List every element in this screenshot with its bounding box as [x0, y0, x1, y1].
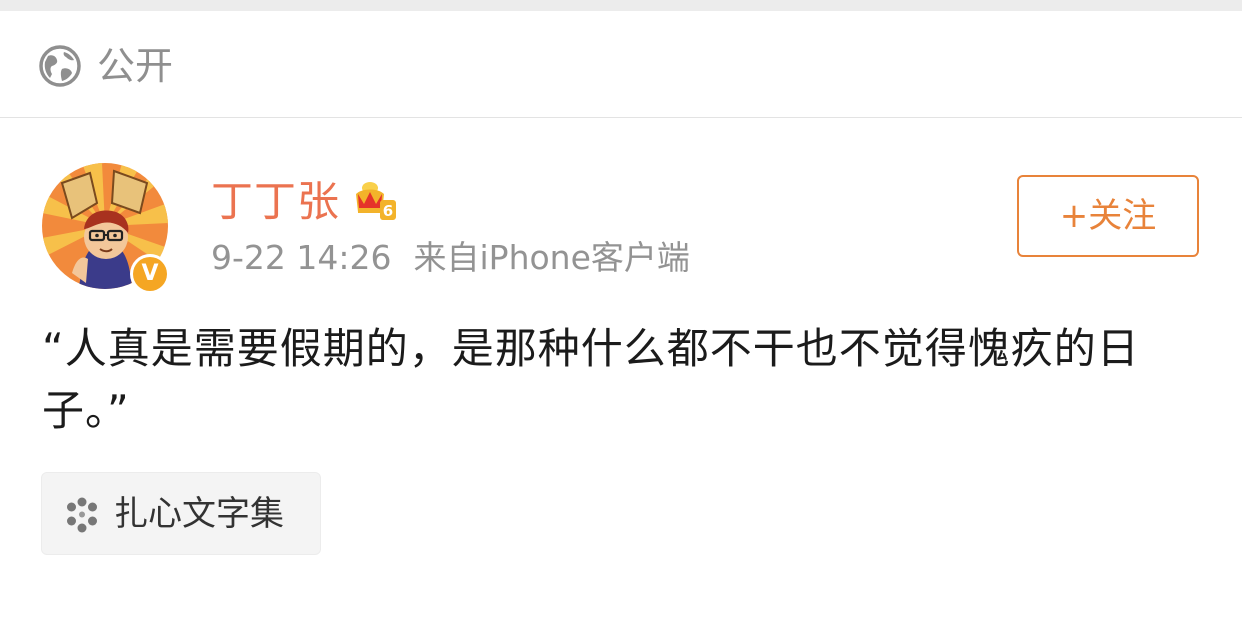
globe-icon: [39, 45, 81, 87]
vip-level: 6: [383, 202, 393, 220]
post-meta: 9-22 14:26 来自iPhone客户端: [211, 236, 690, 280]
post-source[interactable]: 来自iPhone客户端: [414, 238, 690, 277]
user-name[interactable]: 丁丁张: [211, 174, 340, 230]
follow-button[interactable]: +关注: [1017, 175, 1199, 257]
verified-badge-mark: V: [133, 257, 167, 291]
post-time: 9-22 14:26: [211, 238, 392, 277]
verified-badge: V: [130, 254, 170, 294]
crown-icon[interactable]: 6: [352, 178, 398, 222]
post-text: “人真是需要假期的，是那种什么都不干也不觉得愧疚的日子。”: [42, 324, 1140, 435]
flower-icon: [67, 497, 97, 533]
topic-label: 扎心文字集: [114, 494, 284, 534]
visibility-row[interactable]: 公开: [0, 11, 1242, 118]
weibo-post-page: 公开 V 丁丁张 6 9-22 14:26 来自iPhone客户端 +关注 “人…: [0, 0, 1242, 621]
post-card: V 丁丁张 6 9-22 14:26 来自iPhone客户端 +关注 “人真是需要…: [0, 118, 1242, 621]
visibility-label: 公开: [97, 44, 174, 88]
top-strip: [0, 0, 1242, 11]
topic-chip[interactable]: 扎心文字集: [41, 472, 321, 555]
